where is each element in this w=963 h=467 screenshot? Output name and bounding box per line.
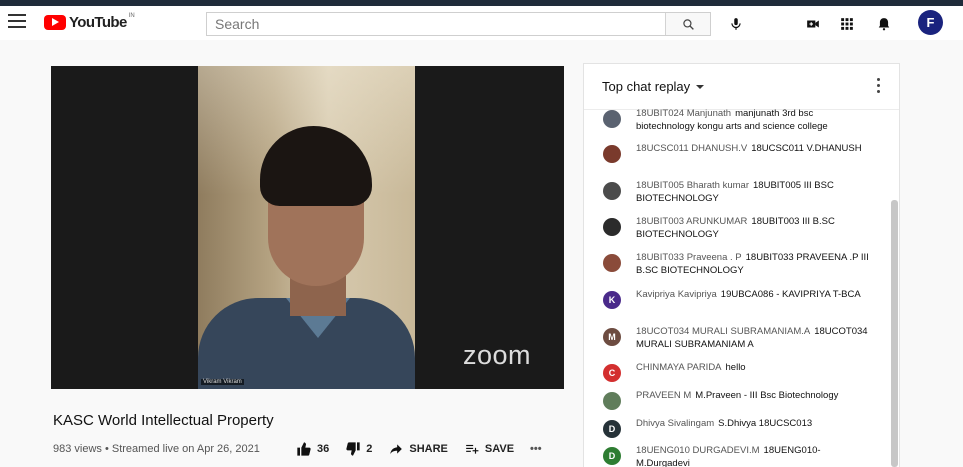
chat-message-body: CHINMAYA PARIDA hello [636,362,873,375]
playlist-add-icon [466,444,479,454]
video-meta: 983 views • Streamed live on Apr 26, 202… [53,443,260,455]
chat-author-name[interactable]: 18UBIT024 Manjunath [636,108,731,119]
apps-grid-icon [841,18,853,30]
chat-author-avatar[interactable]: C [603,364,621,382]
chat-message-text: hello [725,362,746,373]
save-label: SAVE [484,443,515,455]
chat-author-avatar[interactable]: D [603,447,621,465]
chevron-down-icon [696,84,705,89]
chat-author-avatar[interactable] [603,218,621,236]
chat-author-name[interactable]: PRAVEEN M [636,390,691,401]
share-button[interactable]: SHARE [388,442,448,456]
chat-message-text: 19UBCA086 - KAVIPRIYA T-BCA [720,289,861,300]
chat-message-body: Dhivya Sivalingam S.Dhivya 18UCSC013 [636,418,873,431]
chat-author-name[interactable]: 18UCOT034 MURALI SUBRAMANIAM.A [636,326,810,337]
logo-region: IN [128,13,135,19]
chat-author-avatar[interactable]: D [603,420,621,438]
search-input[interactable] [207,13,665,35]
save-button[interactable]: SAVE [464,442,514,456]
chat-message-body: 18UBIT005 Bharath kumar 18UBIT005 III BSC… [636,180,873,205]
chat-mode-label: Top chat replay [602,79,691,94]
video-player[interactable]: zoom Vikram Vikram [51,66,564,389]
chat-author-name[interactable]: 18UBIT005 Bharath kumar [636,180,749,191]
account-avatar[interactable]: F [918,10,943,35]
chat-author-avatar[interactable]: M [603,328,621,346]
video-actions: 36 2 SHARE SAVE ••• [296,438,558,460]
chat-message: 18UBIT003 ARUNKUMAR 18UBIT003 III B.SC BI… [603,216,873,241]
chat-message-text: M.Praveen - III Bsc Biotechnology [695,390,839,401]
masthead: YouTube IN F [0,6,963,40]
create-button[interactable] [804,15,822,33]
thumbs-down-icon [346,442,360,456]
chat-message: C CHINMAYA PARIDA hello [603,362,873,382]
chat-author-avatar[interactable] [603,254,621,272]
search-bar [206,12,711,36]
video-frame [198,66,415,389]
chat-message: D Dhivya Sivalingam S.Dhivya 18UCSC013 [603,418,873,438]
menu-icon[interactable] [8,14,26,28]
chat-message: D 18UENG010 DURGADEVI.M 18UENG010-M.Durgad… [603,445,873,467]
chat-message-text: 18UCSC011 V.DHANUSH [751,143,862,154]
like-count: 36 [317,443,330,455]
share-label: SHARE [409,443,448,455]
chat-message: PRAVEEN M M.Praveen - III Bsc Biotechnolo… [603,390,873,410]
chat-author-avatar[interactable] [603,145,621,163]
chat-author-name[interactable]: Dhivya Sivalingam [636,418,714,429]
share-arrow-icon [390,444,403,455]
dislike-count: 2 [366,443,373,455]
chat-scrollbar[interactable] [891,200,898,467]
chat-message: 18UBIT033 Praveena . P 18UBIT033 PRAVEENA… [603,252,873,277]
chat-message: 18UCSC011 DHANUSH.V 18UCSC011 V.DHANUSH [603,143,873,163]
like-button[interactable]: 36 [296,441,329,457]
youtube-logo[interactable]: YouTube IN [44,12,135,32]
chat-message-body: 18UBIT003 ARUNKUMAR 18UBIT003 III B.SC BI… [636,216,873,241]
apps-button[interactable] [838,15,856,33]
notifications-button[interactable] [875,15,893,33]
participant-name-tag: Vikram Vikram [201,379,244,385]
chat-author-name[interactable]: 18UCSC011 DHANUSH.V [636,143,747,154]
zoom-watermark: zoom [463,340,532,370]
microphone-icon [731,18,741,30]
logo-text: YouTube [69,13,127,31]
chat-message-body: 18UENG010 DURGADEVI.M 18UENG010-M.Durgade… [636,445,873,467]
chat-message-body: 18UBIT033 Praveena . P 18UBIT033 PRAVEENA… [636,252,873,277]
chat-message-body: Kavipriya Kavipriya 19UBCA086 - KAVIPRIYA… [636,289,873,302]
chat-message-body: 18UBIT024 Manjunath manjunath 3rd bsc bio… [636,108,873,133]
chat-author-avatar[interactable] [603,110,621,128]
chat-message-text: S.Dhivya 18UCSC013 [718,418,813,429]
chat-message: K Kavipriya Kavipriya 19UBCA086 - KAVIPRIY… [603,289,873,309]
chat-message: 18UBIT005 Bharath kumar 18UBIT005 III BSC… [603,180,873,205]
chat-author-avatar[interactable] [603,392,621,410]
chat-message-body: 18UCOT034 MURALI SUBRAMANIAM.A 18UCOT034 … [636,326,873,351]
search-button[interactable] [665,13,710,35]
chat-author-name[interactable]: 18UENG010 DURGADEVI.M [636,445,760,456]
bell-icon [878,18,890,31]
video-title: KASC World Intellectual Property [53,412,274,429]
thumbs-up-icon [297,442,311,456]
youtube-play-icon [44,14,66,30]
video-camera-icon [807,20,819,28]
more-actions-button[interactable]: ••• [530,443,542,455]
chat-author-name[interactable]: Kavipriya Kavipriya [636,289,717,300]
search-icon [682,18,694,30]
chat-message: M 18UCOT034 MURALI SUBRAMANIAM.A 18UCOT034… [603,326,873,351]
chat-author-avatar[interactable]: K [603,291,621,309]
dislike-button[interactable]: 2 [345,441,372,457]
chat-author-name[interactable]: 18UBIT003 ARUNKUMAR [636,216,747,227]
microphone-button[interactable] [727,15,745,33]
chat-author-avatar[interactable] [603,182,621,200]
chat-message: 18UBIT024 Manjunath manjunath 3rd bsc bio… [603,108,873,133]
more-actions-icon: ••• [530,443,542,455]
more-vert-icon[interactable] [877,78,881,94]
chat-author-name[interactable]: CHINMAYA PARIDA [636,362,722,373]
chat-mode-dropdown[interactable]: Top chat replay [602,79,705,94]
chat-header: Top chat replay [584,64,899,110]
chat-author-name[interactable]: 18UBIT033 Praveena . P [636,252,742,263]
chat-message-body: 18UCSC011 DHANUSH.V 18UCSC011 V.DHANUSH [636,143,873,156]
chat-message-body: PRAVEEN M M.Praveen - III Bsc Biotechnolo… [636,390,873,403]
